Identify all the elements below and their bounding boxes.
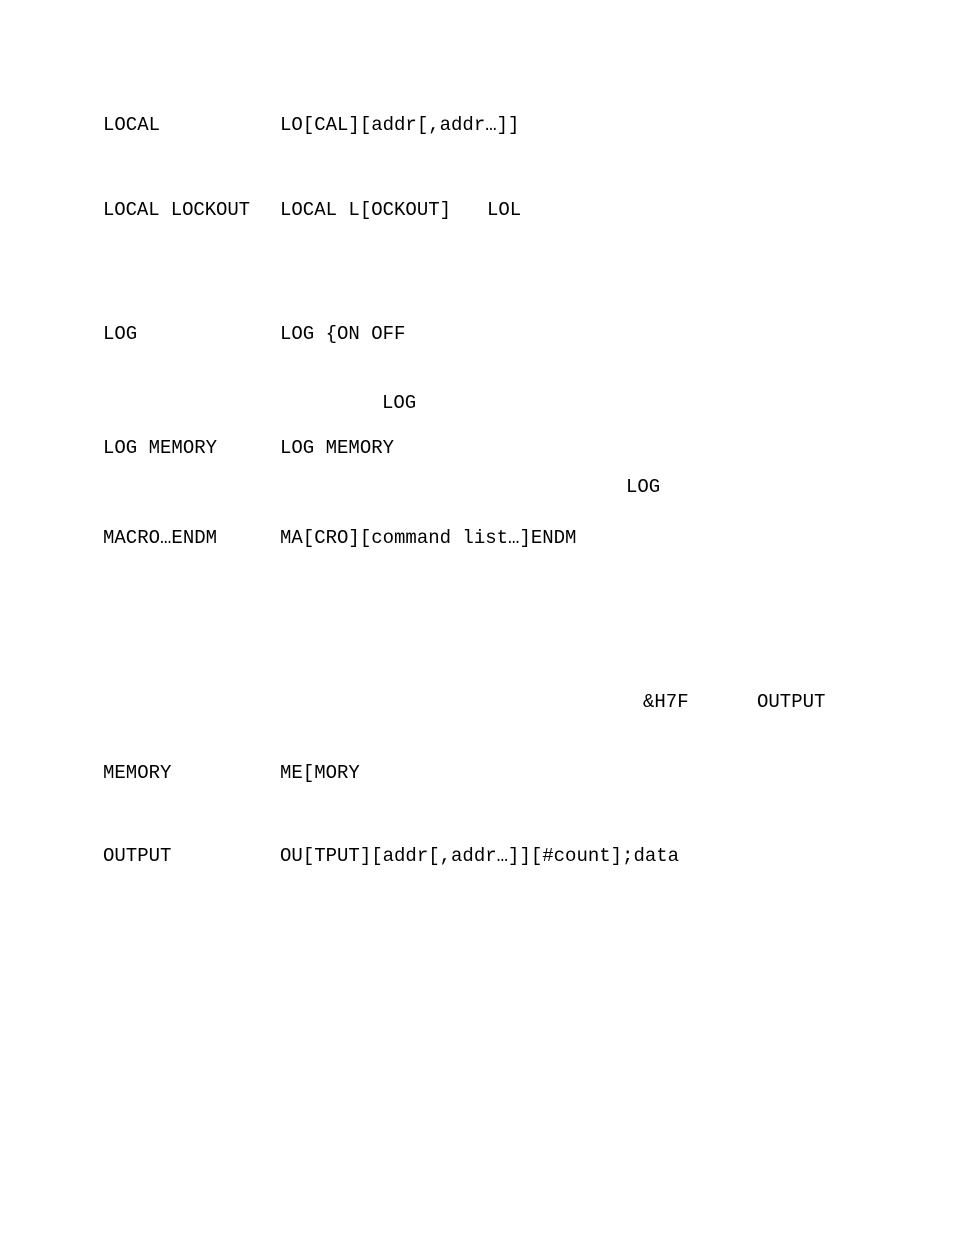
inline-log-ref: LOG <box>382 392 416 414</box>
cmd-local-lockout-syntax: LOCAL L[OCKOUT] <box>280 199 451 221</box>
cmd-log-syntax: LOG {ON OFF <box>280 323 405 345</box>
cmd-local-syntax: LO[CAL][addr[,addr…]] <box>280 114 519 136</box>
cmd-macro-endm-name: MACRO…ENDM <box>103 527 217 549</box>
cmd-log-name: LOG <box>103 323 137 345</box>
cmd-memory-syntax: ME[MORY <box>280 762 360 784</box>
cmd-macro-endm-syntax: MA[CRO][command list…]ENDM <box>280 527 576 549</box>
cmd-output-name: OUTPUT <box>103 845 171 867</box>
cmd-log-memory-syntax: LOG MEMORY <box>280 437 394 459</box>
cmd-memory-name: MEMORY <box>103 762 171 784</box>
inline-hex: &H7F <box>643 691 689 713</box>
inline-log-ref-2: LOG <box>626 476 660 498</box>
document-page: LOCAL LO[CAL][addr[,addr…]] LOCAL LOCKOU… <box>0 0 954 1235</box>
cmd-local-name: LOCAL <box>103 114 160 136</box>
cmd-local-lockout-alt: LOL <box>487 199 521 221</box>
inline-output-ref: OUTPUT <box>757 691 825 713</box>
cmd-log-memory-name: LOG MEMORY <box>103 437 217 459</box>
cmd-local-lockout-name: LOCAL LOCKOUT <box>103 199 250 221</box>
cmd-output-syntax: OU[TPUT][addr[,addr…]][#count];data <box>280 845 679 867</box>
